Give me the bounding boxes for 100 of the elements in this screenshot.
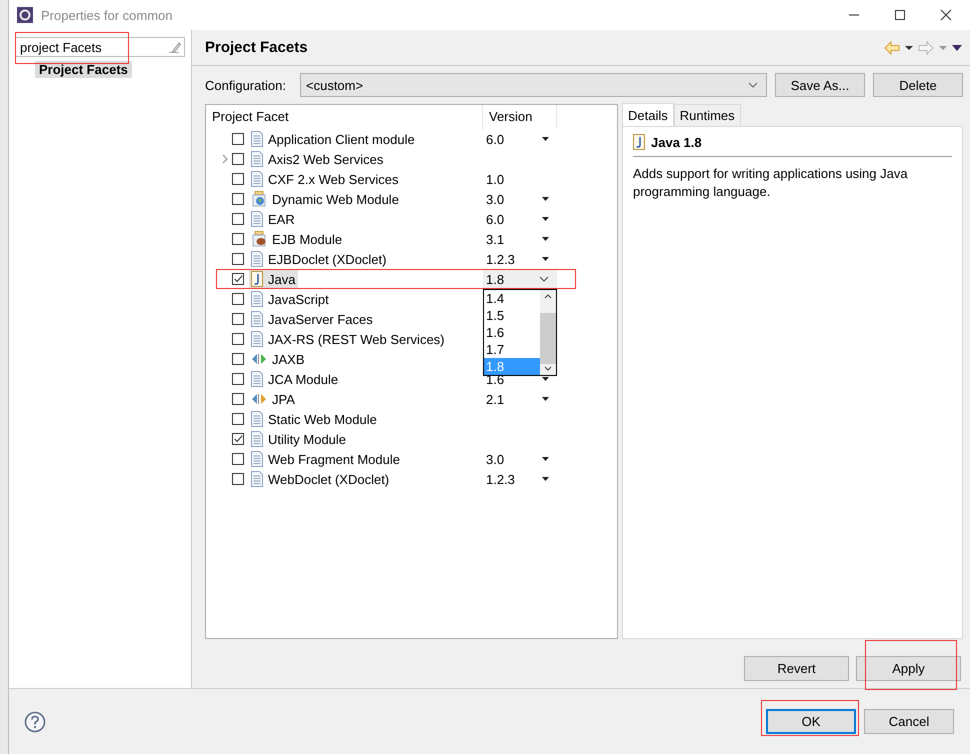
- scroll-down-icon[interactable]: [544, 366, 552, 372]
- document-icon: [251, 411, 263, 427]
- dropdown-arrow-icon[interactable]: [542, 397, 549, 401]
- dropdown-arrow-icon[interactable]: [542, 217, 549, 221]
- facet-name[interactable]: Web Fragment Module: [249, 450, 403, 468]
- checkbox[interactable]: [232, 333, 244, 345]
- document-icon: [251, 331, 263, 347]
- version-value: 6.0: [486, 212, 506, 226]
- checkbox[interactable]: [232, 313, 244, 325]
- checkbox[interactable]: [232, 453, 244, 465]
- chevron-icon[interactable]: [539, 276, 549, 282]
- version-option[interactable]: 1.6: [484, 324, 540, 341]
- version-value: 3.0: [486, 452, 506, 466]
- view-menu-icon[interactable]: [952, 44, 962, 50]
- help-icon[interactable]: [24, 710, 46, 732]
- document-icon: [251, 151, 263, 167]
- version-value: 6.0: [486, 132, 506, 146]
- configuration-dropdown[interactable]: <custom>: [300, 73, 767, 97]
- facet-name[interactable]: JAX-RS (REST Web Services): [249, 330, 448, 348]
- version-option[interactable]: 1.4: [484, 290, 540, 307]
- dropdown-arrow-icon[interactable]: [542, 457, 549, 461]
- dropdown-arrow-icon[interactable]: [542, 137, 549, 141]
- dialog-button[interactable]: Apply: [856, 656, 961, 681]
- checkbox[interactable]: [232, 213, 244, 225]
- dropdown-arrow-icon[interactable]: [542, 377, 549, 381]
- facet-name[interactable]: Utility Module: [249, 430, 350, 448]
- version-option[interactable]: 1.7: [484, 341, 540, 358]
- column-header[interactable]: Version: [483, 105, 557, 129]
- checkbox[interactable]: [232, 433, 244, 445]
- scroll-up-icon[interactable]: [544, 293, 552, 299]
- configuration-label: Configuration:: [205, 78, 287, 92]
- facet-name[interactable]: Axis2 Web Services: [249, 150, 386, 168]
- checkbox[interactable]: [232, 253, 244, 265]
- facet-name[interactable]: JAXB: [249, 350, 308, 368]
- checkbox[interactable]: [232, 373, 244, 385]
- version-value: 1.2.3: [486, 472, 516, 486]
- version-value: 1.8: [486, 272, 506, 286]
- facet-name[interactable]: Java: [249, 270, 298, 288]
- checkbox[interactable]: [232, 193, 244, 205]
- facet-name[interactable]: EJB Module: [249, 230, 346, 248]
- double-arrow-icon: [251, 353, 267, 365]
- checkbox[interactable]: [232, 153, 244, 165]
- double-arrow-icon: [251, 393, 267, 405]
- filter-field[interactable]: project Facets: [15, 37, 185, 57]
- details-title: Java 1.8: [651, 134, 702, 150]
- description-text: Adds support for writing applications using Java programming language.: [633, 165, 909, 201]
- dialog-button[interactable]: Revert: [744, 656, 849, 681]
- document-icon: [251, 311, 263, 327]
- dialog-button[interactable]: Delete: [873, 73, 963, 97]
- scrollbar[interactable]: [540, 290, 556, 375]
- version-option[interactable]: 1.5: [484, 307, 540, 324]
- document-icon: [251, 211, 263, 227]
- dropdown-arrow-icon[interactable]: [542, 257, 549, 261]
- dropdown-arrow-icon[interactable]: [542, 197, 549, 201]
- checkbox[interactable]: [232, 353, 244, 365]
- page-title: Project Facets: [205, 39, 308, 56]
- close-icon[interactable]: [940, 9, 952, 21]
- checkbox[interactable]: [232, 293, 244, 305]
- expand-chevron-icon[interactable]: [222, 154, 228, 164]
- eraser-icon[interactable]: [167, 40, 181, 54]
- document-icon: [251, 291, 263, 307]
- facet-name[interactable]: JCA Module: [249, 370, 342, 388]
- document-icon: [251, 171, 263, 187]
- facet-name[interactable]: EJBDoclet (XDoclet): [249, 250, 390, 268]
- globe-jar-icon: [251, 191, 267, 207]
- facet-name[interactable]: JPA: [249, 390, 298, 408]
- checkbox[interactable]: [232, 473, 244, 485]
- chevron-icon: [748, 82, 758, 88]
- window-title: Properties for common: [41, 8, 172, 22]
- maximize-icon[interactable]: [894, 9, 906, 21]
- version-value: 2.1: [486, 392, 506, 406]
- facet-name[interactable]: CXF 2.x Web Services: [249, 170, 402, 188]
- version-value: 1.0: [486, 172, 506, 186]
- facet-name[interactable]: EAR: [249, 210, 298, 228]
- facet-name[interactable]: JavaServer Faces: [249, 310, 376, 328]
- dialog-button[interactable]: Save As...: [775, 73, 865, 97]
- dropdown-arrow-icon[interactable]: [905, 44, 913, 50]
- eclipse-icon: [17, 7, 33, 23]
- facet-name[interactable]: Static Web Module: [249, 410, 380, 428]
- checkbox[interactable]: [232, 133, 244, 145]
- checkbox[interactable]: [232, 273, 244, 285]
- dialog-button[interactable]: Cancel: [864, 709, 954, 734]
- version-value: 3.0: [486, 192, 506, 206]
- facet-name[interactable]: Application Client module: [249, 130, 418, 148]
- tab[interactable]: Runtimes: [674, 104, 741, 126]
- tab[interactable]: Details: [622, 103, 674, 126]
- version-value: 3.1: [486, 232, 506, 246]
- dropdown-arrow-icon[interactable]: [542, 477, 549, 481]
- checkbox[interactable]: [232, 413, 244, 425]
- facet-name[interactable]: WebDoclet (XDoclet): [249, 470, 392, 488]
- checkbox[interactable]: [232, 173, 244, 185]
- facet-name[interactable]: Dynamic Web Module: [249, 190, 402, 208]
- facet-name[interactable]: JavaScript: [249, 290, 332, 308]
- dialog-button[interactable]: OK: [766, 709, 856, 734]
- dropdown-arrow-icon[interactable]: [542, 237, 549, 241]
- column-header[interactable]: Project Facet: [206, 105, 483, 129]
- checkbox[interactable]: [232, 233, 244, 245]
- checkbox[interactable]: [232, 393, 244, 405]
- document-icon: [251, 431, 263, 447]
- tree-item[interactable]: Project Facets: [35, 61, 132, 78]
